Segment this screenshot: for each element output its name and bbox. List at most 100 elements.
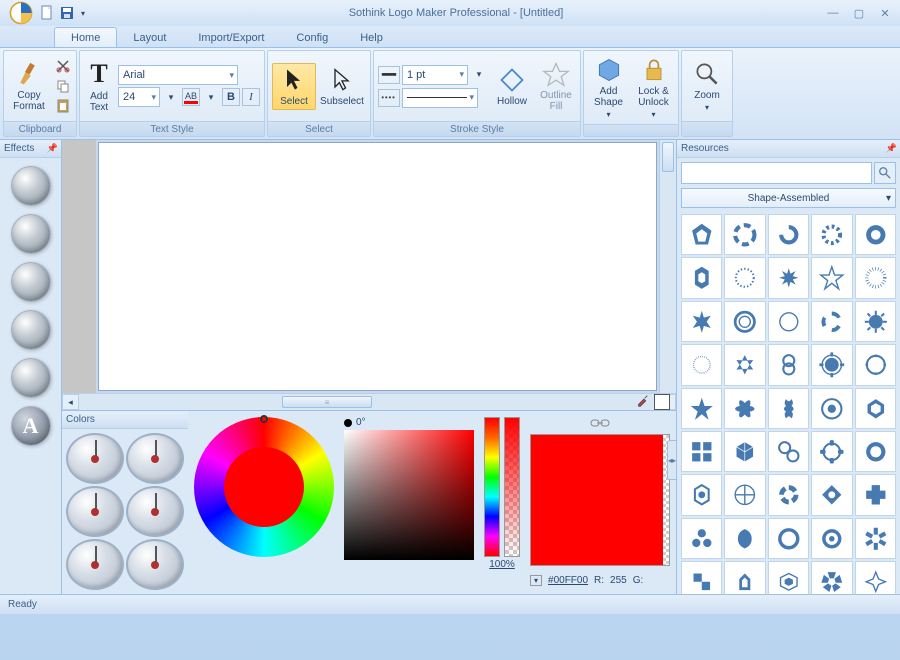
color-dial-3[interactable] [66, 486, 124, 537]
eyedropper-button[interactable] [636, 393, 650, 410]
cut-button[interactable] [54, 57, 72, 75]
shape-item[interactable] [681, 344, 722, 385]
new-doc-button[interactable] [38, 4, 56, 22]
shape-item[interactable] [811, 388, 852, 429]
zoom-button[interactable]: Zoom▾ [686, 57, 728, 115]
effect-preset-2[interactable] [11, 214, 51, 254]
stroke-style-combo[interactable] [402, 88, 478, 108]
qat-dropdown[interactable]: ▾ [78, 4, 88, 22]
stroke-cap-button[interactable] [378, 66, 400, 84]
current-color-swatch[interactable] [654, 394, 670, 410]
add-text-button[interactable]: T Add Text [84, 56, 114, 116]
color-dial-1[interactable] [66, 433, 124, 484]
tab-import-export[interactable]: Import/Export [182, 28, 280, 47]
minimize-button[interactable]: — [824, 6, 842, 20]
shape-item[interactable] [724, 344, 765, 385]
pin-icon[interactable]: 📌 [47, 143, 58, 154]
hue-slider[interactable] [484, 417, 500, 557]
shape-item[interactable] [768, 257, 809, 298]
shape-item[interactable] [724, 388, 765, 429]
link-colors-button[interactable] [590, 417, 610, 432]
effect-preset-1[interactable] [11, 166, 51, 206]
canvas[interactable] [98, 142, 657, 391]
shape-item[interactable] [681, 474, 722, 515]
tab-home[interactable]: Home [54, 27, 117, 47]
hollow-button[interactable]: Hollow [492, 63, 532, 110]
outline-fill-button[interactable]: Outline Fill [536, 57, 576, 115]
bold-button[interactable]: B [222, 88, 240, 106]
shape-item[interactable] [768, 301, 809, 342]
italic-button[interactable]: I [242, 88, 260, 106]
color-wheel[interactable] [194, 417, 334, 557]
panel-collapse-handle[interactable]: ◂▸ [667, 440, 677, 480]
color-preview-swatch[interactable] [530, 434, 670, 566]
font-family-combo[interactable]: Arial [118, 65, 238, 85]
font-size-combo[interactable]: 24 [118, 87, 160, 107]
saturation-value-picker[interactable] [344, 430, 474, 560]
color-dial-2[interactable] [126, 433, 184, 484]
scroll-left-button[interactable]: ◂ [62, 394, 79, 410]
shape-item[interactable] [855, 257, 896, 298]
tab-help[interactable]: Help [344, 28, 399, 47]
tab-layout[interactable]: Layout [117, 28, 182, 47]
color-dial-5[interactable] [66, 539, 124, 590]
shape-item[interactable] [724, 561, 765, 594]
shape-item[interactable] [855, 518, 896, 559]
shape-item[interactable] [681, 561, 722, 594]
color-dial-6[interactable] [126, 539, 184, 590]
shape-item[interactable] [855, 474, 896, 515]
shape-item[interactable] [724, 431, 765, 472]
shape-item[interactable] [768, 561, 809, 594]
shape-item[interactable] [681, 301, 722, 342]
pin-icon[interactable]: 📌 [886, 143, 897, 154]
alpha-slider[interactable] [504, 417, 520, 557]
shape-item[interactable] [811, 214, 852, 255]
effect-preset-4[interactable] [11, 310, 51, 350]
shape-item[interactable] [768, 431, 809, 472]
swatch-dropdown[interactable]: ▾ [530, 575, 542, 586]
shape-item[interactable] [724, 474, 765, 515]
tab-config[interactable]: Config [280, 28, 344, 47]
stroke-dash-button[interactable] [378, 89, 400, 107]
select-tool-button[interactable]: Select [272, 63, 316, 110]
horizontal-scrollbar[interactable]: ◂ ≡ ▸ [62, 393, 676, 410]
shape-item[interactable] [811, 474, 852, 515]
shape-item[interactable] [811, 257, 852, 298]
effect-preset-text[interactable]: A [11, 406, 51, 446]
shape-item[interactable] [855, 214, 896, 255]
shape-item[interactable] [768, 518, 809, 559]
font-color-dropdown[interactable]: ▾ [202, 88, 220, 106]
shape-item[interactable] [724, 214, 765, 255]
shape-item[interactable] [768, 388, 809, 429]
shape-item[interactable] [681, 388, 722, 429]
effect-preset-5[interactable] [11, 358, 51, 398]
stroke-width-combo[interactable]: 1 pt [402, 65, 468, 85]
shape-item[interactable] [811, 561, 852, 594]
effect-preset-3[interactable] [11, 262, 51, 302]
shape-item[interactable] [724, 518, 765, 559]
shape-item[interactable] [724, 301, 765, 342]
shape-item[interactable] [681, 257, 722, 298]
copy-format-button[interactable]: Copy Format [8, 57, 50, 115]
shape-item[interactable] [724, 257, 765, 298]
shape-item[interactable] [681, 518, 722, 559]
shape-item[interactable] [855, 301, 896, 342]
resources-search-button[interactable] [874, 162, 896, 184]
shape-item[interactable] [768, 214, 809, 255]
resources-search-input[interactable] [681, 162, 872, 184]
shape-item[interactable] [855, 388, 896, 429]
color-dial-4[interactable] [126, 486, 184, 537]
resources-category-combo[interactable]: Shape-Assembled [681, 188, 896, 208]
shape-item[interactable] [811, 301, 852, 342]
vertical-scrollbar[interactable] [659, 140, 676, 393]
shape-item[interactable] [768, 344, 809, 385]
font-size-dropdown[interactable]: ▾ [162, 88, 180, 106]
stroke-width-dropdown[interactable]: ▾ [470, 66, 488, 84]
lock-unlock-button[interactable]: Lock & Unlock▾ [633, 53, 674, 122]
add-shape-button[interactable]: Add Shape▾ [588, 53, 629, 122]
shape-item[interactable] [855, 561, 896, 594]
shape-item[interactable] [811, 431, 852, 472]
shape-item[interactable] [811, 518, 852, 559]
wheel-handle[interactable] [260, 415, 268, 423]
shape-item[interactable] [811, 344, 852, 385]
